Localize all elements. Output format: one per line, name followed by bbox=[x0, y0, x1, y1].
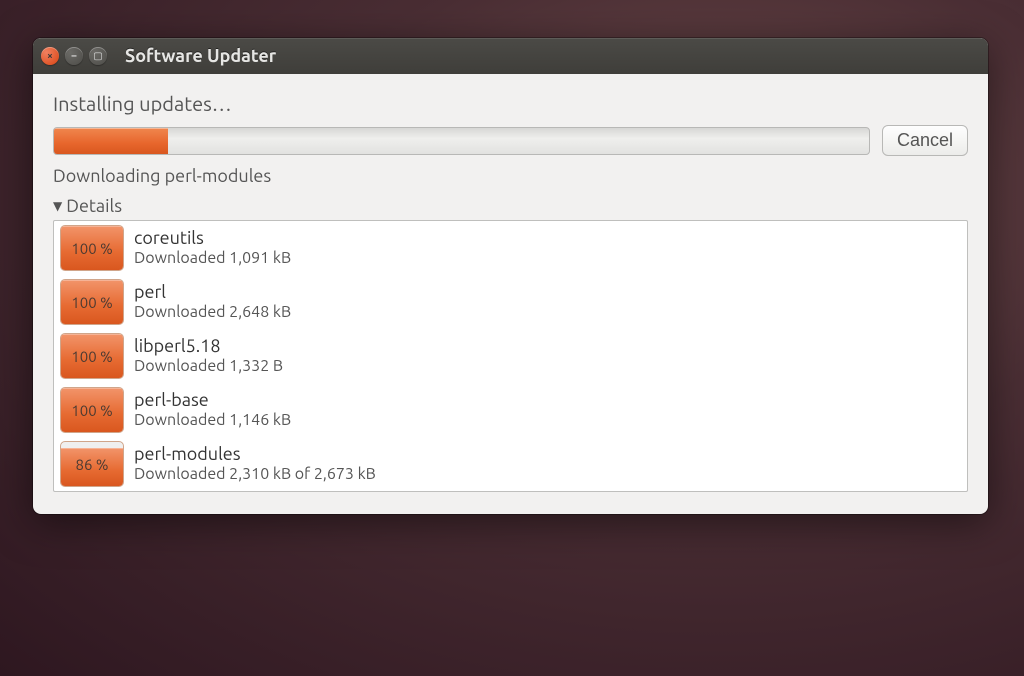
package-name: libperl5.18 bbox=[134, 336, 283, 358]
list-item[interactable]: 100 % libperl5.18Downloaded 1,332 B bbox=[54, 329, 967, 383]
item-text: perl-modulesDownloaded 2,310 kB of 2,673… bbox=[134, 444, 376, 485]
chevron-down-icon: ▼ bbox=[53, 199, 62, 213]
close-button[interactable]: × bbox=[41, 47, 59, 65]
titlebar[interactable]: × – ▢ Software Updater bbox=[33, 38, 988, 74]
close-icon: × bbox=[47, 51, 53, 61]
percent-badge: 86 % bbox=[60, 441, 124, 487]
item-text: libperl5.18Downloaded 1,332 B bbox=[134, 336, 283, 377]
package-status: Downloaded 2,648 kB bbox=[134, 303, 291, 322]
package-status: Downloaded 1,091 kB bbox=[134, 249, 291, 268]
window-title: Software Updater bbox=[125, 46, 276, 66]
page-heading: Installing updates… bbox=[53, 92, 968, 115]
percent-label: 100 % bbox=[71, 240, 112, 257]
percent-label: 86 % bbox=[76, 456, 109, 473]
cancel-button[interactable]: Cancel bbox=[882, 125, 968, 156]
minimize-button[interactable]: – bbox=[65, 47, 83, 65]
package-status: Downloaded 1,332 B bbox=[134, 357, 283, 376]
percent-badge: 100 % bbox=[60, 333, 124, 379]
details-list: 100 % coreutilsDownloaded 1,091 kB 100 % pe… bbox=[53, 220, 968, 492]
percent-badge: 100 % bbox=[60, 387, 124, 433]
minimize-icon: – bbox=[72, 51, 77, 61]
list-item[interactable]: 100 % coreutilsDownloaded 1,091 kB bbox=[54, 221, 967, 275]
status-line: Downloading perl-modules bbox=[53, 166, 968, 186]
maximize-icon: ▢ bbox=[93, 51, 102, 61]
item-text: perlDownloaded 2,648 kB bbox=[134, 282, 291, 323]
package-name: perl-modules bbox=[134, 444, 376, 466]
percent-badge: 100 % bbox=[60, 225, 124, 271]
details-expander[interactable]: ▼ Details bbox=[53, 196, 968, 216]
item-text: coreutilsDownloaded 1,091 kB bbox=[134, 228, 291, 269]
percent-label: 100 % bbox=[71, 294, 112, 311]
software-updater-window: × – ▢ Software Updater Installing update… bbox=[33, 38, 988, 514]
progress-row: Cancel bbox=[53, 125, 968, 156]
package-name: coreutils bbox=[134, 228, 291, 250]
package-status: Downloaded 2,310 kB of 2,673 kB bbox=[134, 465, 376, 484]
package-name: perl-base bbox=[134, 390, 291, 412]
overall-progressbar bbox=[53, 127, 870, 155]
overall-progressbar-fill bbox=[54, 128, 168, 154]
package-name: perl bbox=[134, 282, 291, 304]
list-item[interactable]: 100 % perl-baseDownloaded 1,146 kB bbox=[54, 383, 967, 437]
list-item[interactable]: 86 % perl-modulesDownloaded 2,310 kB of 2… bbox=[54, 437, 967, 491]
details-label: Details bbox=[66, 196, 122, 216]
maximize-button[interactable]: ▢ bbox=[89, 47, 107, 65]
percent-label: 100 % bbox=[71, 348, 112, 365]
item-text: perl-baseDownloaded 1,146 kB bbox=[134, 390, 291, 431]
list-item[interactable]: 100 % perlDownloaded 2,648 kB bbox=[54, 275, 967, 329]
percent-badge: 100 % bbox=[60, 279, 124, 325]
window-content: Installing updates… Cancel Downloading p… bbox=[33, 74, 988, 514]
package-status: Downloaded 1,146 kB bbox=[134, 411, 291, 430]
percent-label: 100 % bbox=[71, 402, 112, 419]
